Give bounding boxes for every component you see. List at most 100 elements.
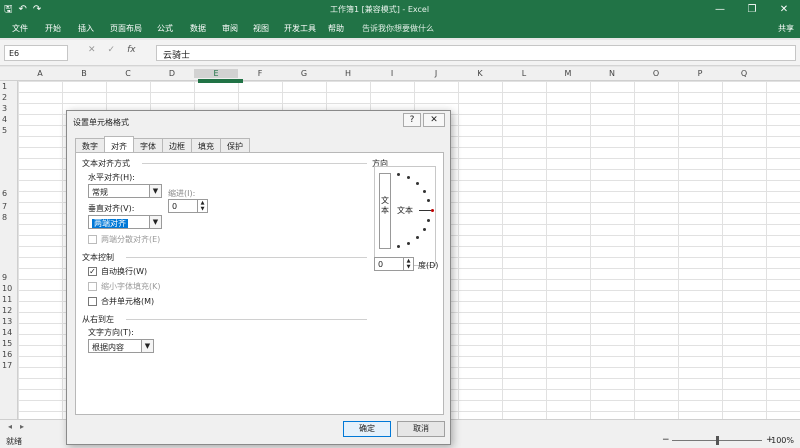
undo-icon[interactable]: ↶ [19,2,27,18]
row-header[interactable]: 5 [2,126,7,135]
column-header[interactable]: B [62,69,106,78]
column-header[interactable]: D [150,69,194,78]
tab-developer[interactable]: 开发工具 [284,23,316,34]
row-header[interactable]: 7 [2,202,7,211]
merge-cells-checkbox[interactable]: 合并单元格(M) [88,296,154,307]
minimize-icon[interactable]: — [704,0,736,20]
ok-button[interactable]: 确定 [343,421,391,437]
scroll-right-icon[interactable]: ▸ [20,422,24,431]
vertical-text-button[interactable]: 文本 [379,173,391,249]
dialog-tabs: 数字 对齐 字体 边框 填充 保护 [75,136,250,152]
row-header[interactable]: 14 [2,328,12,337]
row-header[interactable]: 6 [2,189,7,198]
tab-protection[interactable]: 保护 [220,138,250,152]
column-header[interactable]: M [546,69,590,78]
vertical-align-value: 两端对齐 [92,219,128,228]
help-button[interactable]: ? [403,113,421,127]
column-header[interactable]: E [194,69,238,78]
name-box[interactable]: E6 [4,45,68,61]
vertical-align-select[interactable]: 两端对齐 ▼ [88,215,162,229]
spin-down-icon[interactable]: ▼ [403,264,413,270]
row-header[interactable]: 9 [2,273,7,282]
distributed-label: 两端分散对齐(E) [101,235,161,244]
share-button[interactable]: 共享 [778,23,794,34]
zoom-level[interactable]: 100% [771,436,794,445]
tab-number[interactable]: 数字 [75,138,105,152]
column-header[interactable]: I [370,69,414,78]
column-header[interactable]: N [590,69,634,78]
row-header[interactable]: 4 [2,115,7,124]
tab-review[interactable]: 审阅 [222,23,238,34]
column-header[interactable]: O [634,69,678,78]
scroll-left-icon[interactable]: ◂ [8,422,12,431]
text-direction-select[interactable]: 根据内容 ▼ [88,339,154,353]
quick-access-toolbar: 🖫 ↶ ↷ [4,2,41,18]
checkmark-icon: ✓ [88,267,97,276]
cancel-button[interactable]: 取消 [397,421,445,437]
tell-me-search[interactable]: 告诉我你想要做什么 [362,23,434,34]
row-header[interactable]: 8 [2,213,7,222]
orientation-tick [397,245,400,248]
zoom-slider-thumb[interactable] [716,436,719,445]
redo-icon[interactable]: ↷ [33,2,41,18]
tab-view[interactable]: 视图 [253,23,269,34]
tab-fill[interactable]: 填充 [191,138,221,152]
row-header[interactable]: 16 [2,350,12,359]
close-icon[interactable]: ✕ [768,0,800,20]
formula-input[interactable]: 云骑士 [156,45,796,61]
row-header[interactable]: 13 [2,317,12,326]
orientation-box[interactable]: 文本 文本 [374,166,436,266]
restore-icon[interactable]: ❐ [736,0,768,20]
shrink-to-fit-checkbox[interactable]: 缩小字体填充(K) [88,281,161,292]
row-headers: 1 2 3 4 5 6 7 8 9 10 11 12 13 14 15 16 1… [0,81,18,419]
row-header[interactable]: 17 [2,361,12,370]
column-header[interactable]: L [502,69,546,78]
tab-data[interactable]: 数据 [190,23,206,34]
column-header[interactable]: F [238,69,282,78]
tab-alignment[interactable]: 对齐 [104,136,134,152]
tab-help[interactable]: 帮助 [328,23,344,34]
row-header[interactable]: 10 [2,284,12,293]
orientation-tick [407,176,410,179]
column-header[interactable]: Q [722,69,766,78]
zoom-out-icon[interactable]: − [662,435,670,445]
column-header[interactable]: P [678,69,722,78]
indent-spinner[interactable]: 0 ▲ ▼ [168,199,208,213]
row-header[interactable]: 11 [2,295,12,304]
column-header[interactable]: A [18,69,62,78]
horizontal-align-select[interactable]: 常规 ▼ [88,184,162,198]
row-header[interactable]: 1 [2,82,7,91]
degrees-spinner[interactable]: 0 ▲ ▼ [374,257,414,271]
tab-border[interactable]: 边框 [162,138,192,152]
horizontal-align-label: 水平对齐(H): [88,173,135,182]
tab-page-layout[interactable]: 页面布局 [110,23,142,34]
row-header[interactable]: 15 [2,339,12,348]
tab-home[interactable]: 开始 [45,23,61,34]
save-icon[interactable]: 🖫 [4,2,13,18]
orientation-handle[interactable] [431,209,434,212]
fx-icon[interactable]: fx [127,45,136,55]
cancel-icon[interactable]: ✕ [88,45,96,55]
row-header[interactable]: 2 [2,93,7,102]
row-header[interactable]: 3 [2,104,7,113]
tab-insert[interactable]: 插入 [78,23,94,34]
orientation-tick [423,190,426,193]
column-header[interactable]: K [458,69,502,78]
wrap-text-checkbox[interactable]: ✓ 自动换行(W) [88,266,147,277]
column-header[interactable]: J [414,69,458,78]
dialog-close-button[interactable]: ✕ [423,113,445,127]
tab-file[interactable]: 文件 [12,23,28,34]
enter-icon[interactable]: ✓ [108,45,116,55]
tab-formulas[interactable]: 公式 [157,23,173,34]
section-text-alignment: 文本对齐方式 [82,159,130,168]
column-header[interactable]: G [282,69,326,78]
tab-font[interactable]: 字体 [133,138,163,152]
spin-down-icon[interactable]: ▼ [197,206,207,212]
row-header[interactable]: 12 [2,306,12,315]
section-text-control: 文本控制 [82,253,114,262]
column-header[interactable]: H [326,69,370,78]
column-header[interactable]: C [106,69,150,78]
orientation-pointer [419,210,431,211]
vertical-align-label: 垂直对齐(V): [88,204,135,213]
distributed-checkbox[interactable]: 两端分散对齐(E) [88,234,160,245]
